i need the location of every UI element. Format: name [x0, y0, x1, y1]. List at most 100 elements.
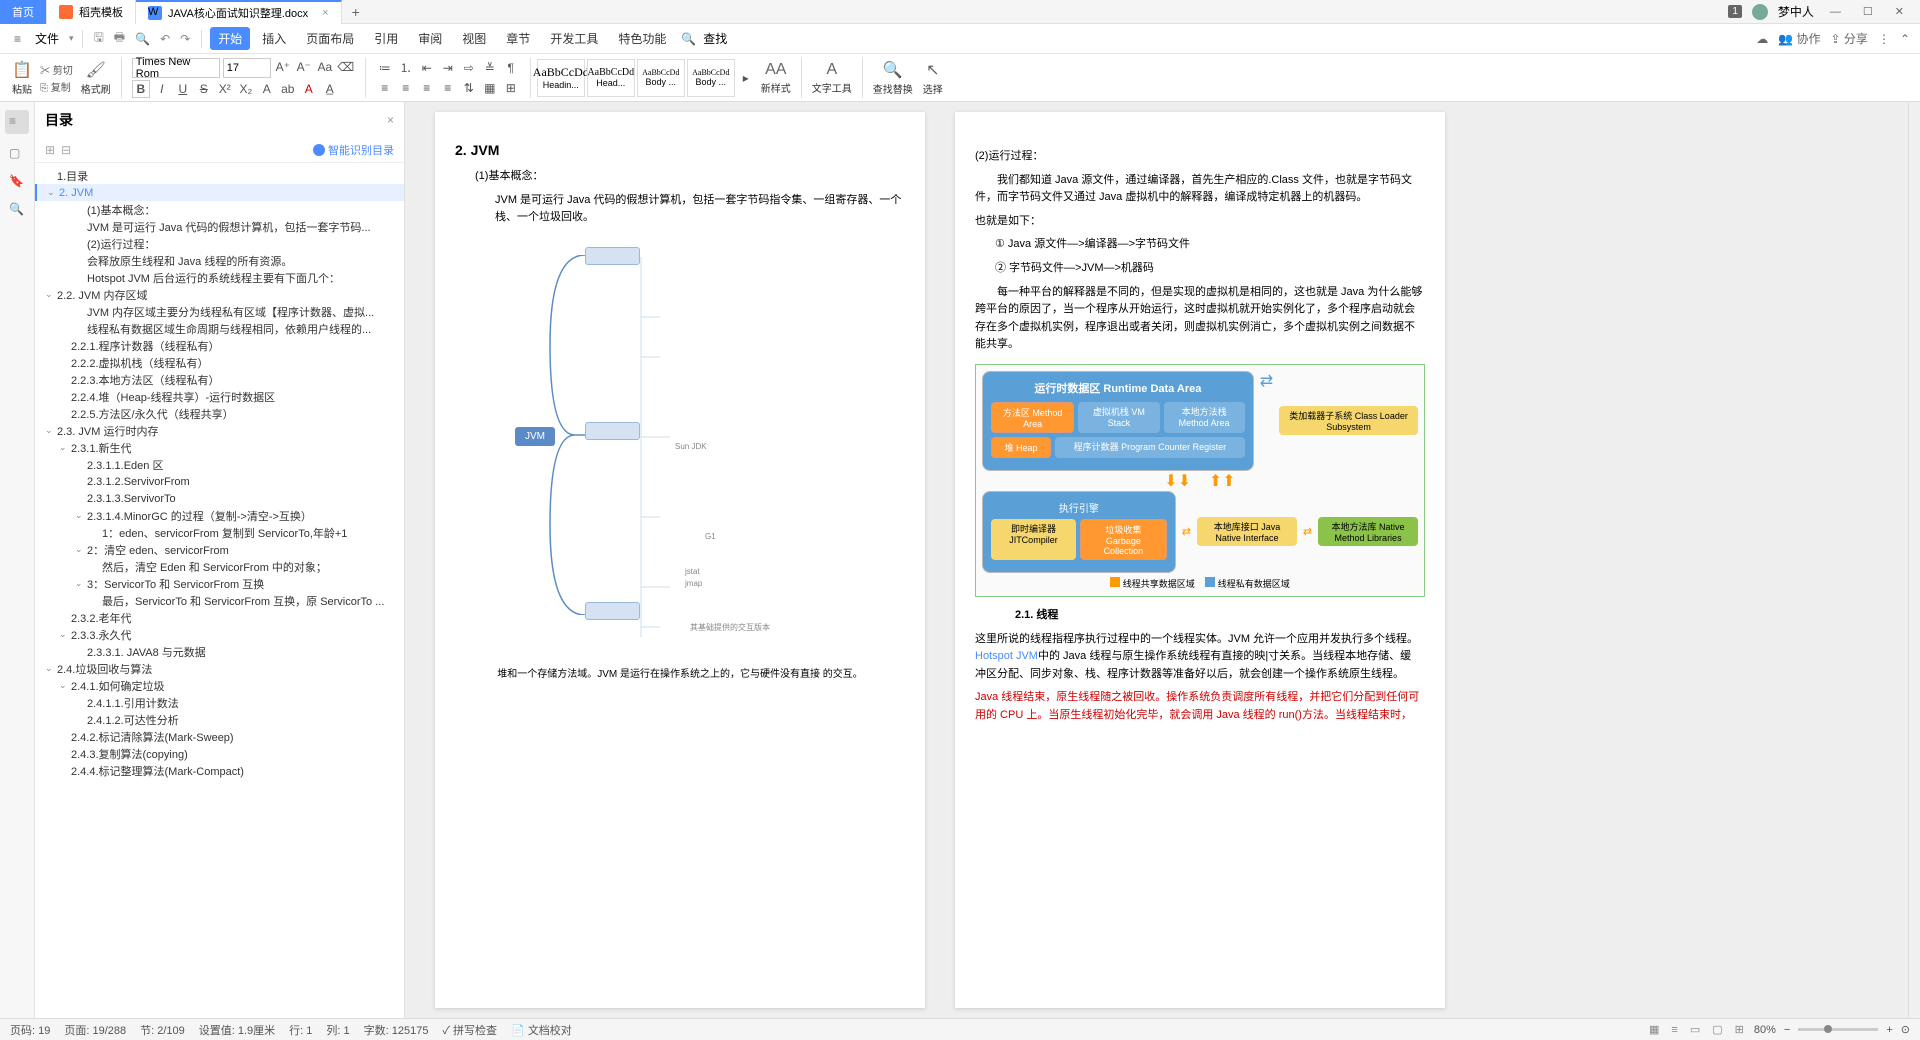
toc-item[interactable]: 2.2.4.堆（Heap-线程共享）-运行时数据区: [35, 388, 404, 405]
toc-item[interactable]: 线程私有数据区域生命周期与线程相同，依赖用户线程的...: [35, 320, 404, 337]
toc-item[interactable]: 2.2.3.本地方法区（线程私有）: [35, 371, 404, 388]
toc-item[interactable]: 2.3.1.1.Eden 区: [35, 456, 404, 473]
tab-document[interactable]: WJAVA核心面试知识整理.docx×: [136, 0, 342, 24]
status-check[interactable]: 📄 文档校对: [511, 1022, 572, 1038]
toc-item[interactable]: JVM 是可运行 Java 代码的假想计算机，包括一套字节码...: [35, 218, 404, 235]
outline-icon[interactable]: ≡: [5, 110, 29, 134]
page-icon[interactable]: ▢: [9, 146, 25, 162]
toc-item[interactable]: ⌄2.3.1.新生代: [35, 439, 404, 456]
style-body1[interactable]: AaBbCcDdBody ...: [637, 59, 685, 97]
toc-item[interactable]: 2.4.3.复制算法(copying): [35, 745, 404, 762]
toc-item[interactable]: 2.2.2.虚拟机栈（线程私有）: [35, 354, 404, 371]
view-read-icon[interactable]: ▢: [1710, 1023, 1724, 1036]
numbering-icon[interactable]: ⒈: [397, 59, 415, 77]
shrink-font-icon[interactable]: A⁻: [295, 58, 313, 76]
newstyle-icon[interactable]: AA: [765, 61, 786, 79]
status-col[interactable]: 列: 1: [326, 1022, 349, 1038]
toc-item[interactable]: ⌄2：清空 eden、servicorFrom: [35, 541, 404, 558]
text-color-icon[interactable]: A: [300, 80, 318, 98]
collab-button[interactable]: 👥 协作: [1778, 30, 1820, 47]
toc-close-icon[interactable]: ×: [387, 113, 394, 127]
toc-item[interactable]: 然后，清空 Eden 和 ServicorFrom 中的对象；: [35, 558, 404, 575]
align-right-icon[interactable]: ≡: [418, 79, 436, 97]
status-line[interactable]: 行: 1: [289, 1022, 312, 1038]
align-left-icon[interactable]: ≡: [376, 79, 394, 97]
toc-item[interactable]: 最后，ServicorTo 和 ServicorFrom 互换，原 Servic…: [35, 592, 404, 609]
search-label[interactable]: 查找: [703, 30, 727, 47]
toc-item[interactable]: ⌄2. JVM: [35, 184, 404, 201]
menu-dev[interactable]: 开发工具: [542, 27, 606, 50]
toc-item[interactable]: Hotspot JVM 后台运行的系统线程主要有下面几个：: [35, 269, 404, 286]
paste-icon[interactable]: 📋: [12, 60, 32, 80]
status-pages[interactable]: 页面: 19/288: [64, 1022, 126, 1038]
pilcrow-icon[interactable]: ¶: [502, 59, 520, 77]
close-window-icon[interactable]: ✕: [1889, 3, 1910, 20]
toc-item[interactable]: ⌄2.4.1.如何确定垃圾: [35, 677, 404, 694]
new-tab-button[interactable]: +: [342, 4, 370, 20]
tab-home[interactable]: 首页: [0, 0, 47, 24]
toc-item[interactable]: 2.3.3.1. JAVA8 与元数据: [35, 643, 404, 660]
style-heading2[interactable]: AaBbCcDdHead...: [587, 59, 635, 97]
underline-button[interactable]: U: [174, 80, 192, 98]
status-words[interactable]: 字数: 125175: [364, 1022, 429, 1038]
sort-icon[interactable]: ≚: [481, 59, 499, 77]
right-scrollbar[interactable]: [1908, 102, 1920, 1018]
align-center-icon[interactable]: ≡: [397, 79, 415, 97]
toc-item[interactable]: (2)运行过程：: [35, 235, 404, 252]
status-spell[interactable]: ✓ 拼写检查: [442, 1022, 497, 1038]
status-set[interactable]: 设置值: 1.9厘米: [199, 1022, 275, 1038]
style-heading1[interactable]: AaBbCcDdHeadin...: [537, 59, 585, 97]
shading-icon[interactable]: ▦: [481, 79, 499, 97]
toc-expand-icon[interactable]: ⊞: [45, 143, 55, 157]
more-icon[interactable]: ⋮: [1878, 32, 1890, 46]
menu-icon[interactable]: ≡: [10, 30, 25, 48]
menu-start[interactable]: 开始: [210, 27, 250, 50]
tab-template[interactable]: 稻壳模板: [47, 0, 136, 24]
highlight-icon[interactable]: ab: [279, 80, 297, 98]
toc-item[interactable]: 2.3.1.2.ServivorFrom: [35, 473, 404, 490]
preview-icon[interactable]: 🔍: [132, 30, 153, 48]
search-icon[interactable]: 🔍: [678, 30, 699, 48]
style-body2[interactable]: AaBbCcDdBody ...: [687, 59, 735, 97]
status-section[interactable]: 节: 2/109: [140, 1022, 185, 1038]
line-spacing-icon[interactable]: ⇅: [460, 79, 478, 97]
zoom-slider[interactable]: [1798, 1028, 1878, 1031]
grow-font-icon[interactable]: A⁺: [274, 58, 292, 76]
bold-button[interactable]: B: [132, 80, 150, 98]
view-print-icon[interactable]: ▦: [1647, 1023, 1661, 1036]
menu-chapter[interactable]: 章节: [498, 27, 538, 50]
toc-item[interactable]: 2.3.1.3.ServivorTo: [35, 490, 404, 507]
font-color-icon[interactable]: A: [258, 80, 276, 98]
menu-insert[interactable]: 插入: [254, 27, 294, 50]
toc-item[interactable]: ⌄2.3.3.永久代: [35, 626, 404, 643]
redo-icon[interactable]: ↷: [177, 30, 193, 48]
save-icon[interactable]: 🖫: [91, 26, 107, 51]
undo-icon[interactable]: ↶: [157, 30, 173, 48]
cut-button[interactable]: ✂ 剪切: [40, 62, 73, 77]
status-page[interactable]: 页码: 19: [10, 1022, 50, 1038]
strike-button[interactable]: S: [195, 80, 213, 98]
style-more-icon[interactable]: ▸: [737, 69, 755, 87]
indent-icon[interactable]: ⇥: [439, 59, 457, 77]
border-icon[interactable]: ⊞: [502, 79, 520, 97]
toc-item[interactable]: JVM 内存区域主要分为线程私有区域【程序计数器、虚拟...: [35, 303, 404, 320]
smart-toc-button[interactable]: 智能识别目录: [313, 142, 394, 158]
toc-item[interactable]: 1：eden、servicorFrom 复制到 ServicorTo,年龄+1: [35, 524, 404, 541]
zoom-value[interactable]: 80%: [1754, 1024, 1776, 1036]
toc-list[interactable]: 1.目录⌄2. JVM(1)基本概念：JVM 是可运行 Java 代码的假想计算…: [35, 163, 404, 1018]
tab-icon[interactable]: ⇨: [460, 59, 478, 77]
toc-item[interactable]: 2.2.1.程序计数器（线程私有）: [35, 337, 404, 354]
clear-format-icon[interactable]: ⌫: [337, 58, 355, 76]
justify-icon[interactable]: ≡: [439, 79, 457, 97]
select-icon[interactable]: ↖: [926, 60, 939, 80]
minimize-icon[interactable]: —: [1824, 4, 1847, 20]
toc-item[interactable]: ⌄2.3. JVM 运行时内存: [35, 422, 404, 439]
file-menu[interactable]: 文件: [29, 28, 65, 49]
brush-icon[interactable]: 🖌: [86, 60, 106, 80]
menu-review[interactable]: 审阅: [410, 27, 450, 50]
toc-item[interactable]: 2.4.4.标记整理算法(Mark-Compact): [35, 762, 404, 779]
zoom-icon[interactable]: 🔍: [9, 202, 25, 218]
toc-item[interactable]: 2.4.2.标记清除算法(Mark-Sweep): [35, 728, 404, 745]
find-icon[interactable]: 🔍: [883, 60, 903, 80]
toc-collapse-icon[interactable]: ⊟: [61, 143, 71, 157]
